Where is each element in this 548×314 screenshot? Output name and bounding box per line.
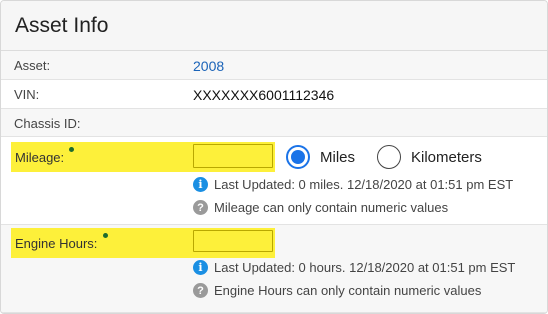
engine-hours-input[interactable]: [193, 230, 273, 252]
engine-hours-last-updated: i Last Updated: 0 hours. 12/18/2020 at 0…: [193, 260, 515, 275]
asset-label: Asset:: [14, 58, 51, 73]
info-icon: i: [193, 177, 208, 192]
vin-label: VIN:: [14, 87, 40, 102]
asset-info-panel: Asset Info Asset: 2008 VIN: XXXXXXX60011…: [0, 0, 548, 314]
panel-title: Asset Info: [15, 13, 109, 37]
kilometers-radio-label[interactable]: Kilometers: [411, 149, 482, 166]
mileage-label: Mileage:: [15, 149, 65, 165]
info-icon: i: [193, 260, 208, 275]
vin-value: XXXXXXX6001112346: [193, 87, 335, 103]
mileage-last-updated-text: Last Updated: 0 miles. 12/18/2020 at 01:…: [214, 177, 514, 192]
kilometers-radio[interactable]: [377, 145, 402, 169]
asset-link[interactable]: 2008: [193, 58, 224, 74]
chassis-label: Chassis ID:: [14, 116, 81, 131]
help-icon: ?: [193, 200, 208, 215]
mileage-hint: ? Mileage can only contain numeric value…: [193, 200, 448, 215]
mileage-unit-radio-group: Miles Kilometers: [286, 145, 504, 169]
mileage-input[interactable]: [193, 144, 273, 168]
mileage-hint-text: Mileage can only contain numeric values: [214, 200, 449, 215]
engine-hours-label: Engine Hours:: [15, 235, 98, 251]
chassis-row: Chassis ID:: [1, 109, 547, 137]
required-dot-icon: [69, 147, 74, 152]
help-icon: ?: [193, 283, 208, 298]
engine-hours-hint: ? Engine Hours can only contain numeric …: [193, 283, 481, 298]
asset-row: Asset: 2008: [1, 51, 547, 80]
mileage-row: Mileage: Miles Kilometers i Last Updated…: [1, 137, 547, 225]
engine-hours-hint-text: Engine Hours can only contain numeric va…: [214, 283, 482, 298]
engine-hours-last-updated-text: Last Updated: 0 hours. 12/18/2020 at 01:…: [214, 260, 516, 275]
required-dot-icon: [103, 233, 108, 238]
vin-row: VIN: XXXXXXX6001112346: [1, 80, 547, 109]
miles-radio-label[interactable]: Miles: [320, 149, 355, 166]
panel-header: Asset Info: [1, 1, 547, 51]
engine-hours-row: Engine Hours: i Last Updated: 0 hours. 1…: [1, 225, 547, 313]
mileage-last-updated: i Last Updated: 0 miles. 12/18/2020 at 0…: [193, 177, 513, 192]
miles-radio[interactable]: [286, 145, 310, 169]
